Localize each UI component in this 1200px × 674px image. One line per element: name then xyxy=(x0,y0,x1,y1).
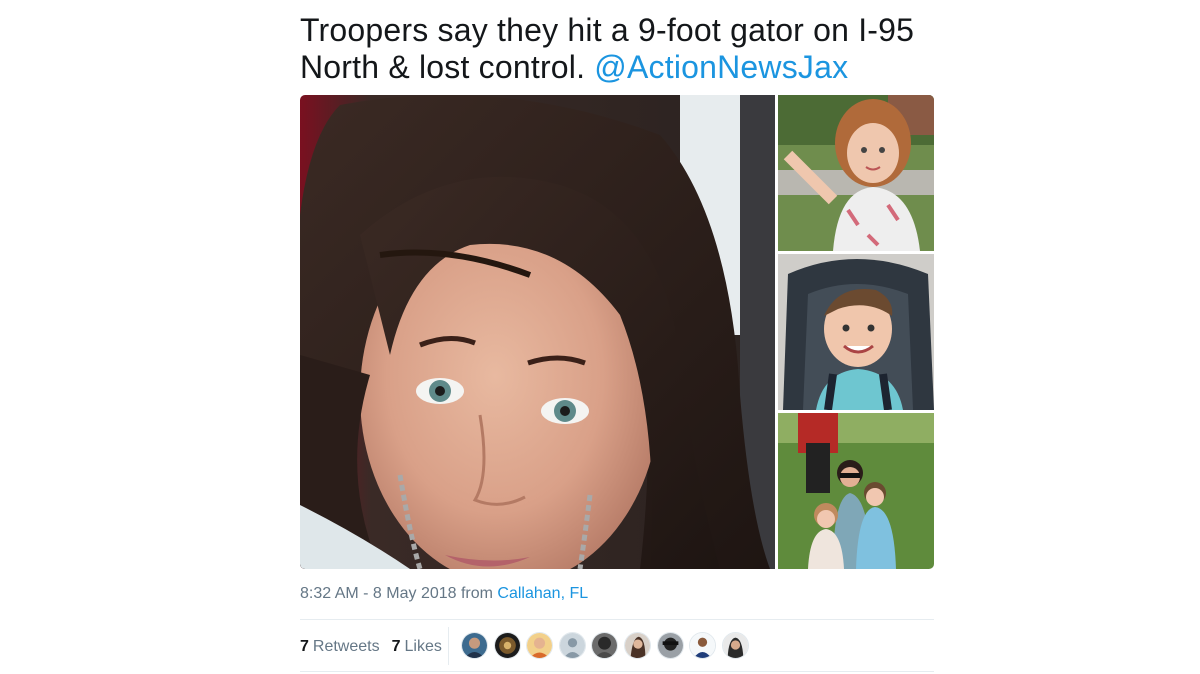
tweet-text-line2: North & lost control. xyxy=(300,49,595,85)
retweets-count: 7 xyxy=(300,638,309,655)
tweet-text-line1: Troopers say they hit a 9-foot gator on … xyxy=(300,12,915,48)
tweet-stats: 7 Retweets 7 Likes xyxy=(300,636,454,658)
divider-bottom xyxy=(300,671,934,672)
retweets-label: Retweets xyxy=(312,638,380,655)
tweet-text: Troopers say they hit a 9-foot gator on … xyxy=(300,12,940,86)
tweet-meta: 8:32 AM - 8 May 2018 from Callahan, FL xyxy=(300,585,588,603)
photo-boy-carseat[interactable] xyxy=(778,254,934,410)
liker-avatar[interactable] xyxy=(689,632,717,659)
divider-top xyxy=(300,619,934,620)
liker-avatars xyxy=(461,632,754,659)
likes-stat[interactable]: 7 Likes xyxy=(392,638,442,656)
liker-avatar[interactable] xyxy=(461,632,488,659)
liker-avatar[interactable] xyxy=(591,632,619,659)
liker-avatar[interactable] xyxy=(721,632,749,659)
liker-avatar[interactable] xyxy=(623,632,651,659)
likes-count: 7 xyxy=(391,638,401,655)
photo-woman-portrait[interactable] xyxy=(300,95,775,569)
liker-avatar[interactable] xyxy=(493,632,521,659)
likes-label: Likes xyxy=(404,638,442,655)
stats-divider xyxy=(448,627,449,665)
tweet-location-link[interactable]: Callahan, FL xyxy=(497,585,588,602)
tweet-timestamp[interactable]: 8:32 AM - 8 May 2018 from xyxy=(300,585,497,602)
liker-avatar[interactable] xyxy=(526,632,554,659)
photo-family[interactable] xyxy=(778,413,934,569)
mention-link[interactable]: @ActionNewsJax xyxy=(594,49,848,85)
liker-avatar[interactable] xyxy=(558,632,586,659)
liker-avatar[interactable] xyxy=(656,632,684,659)
tweet: Troopers say they hit a 9-foot gator on … xyxy=(300,0,935,674)
photo-girl[interactable] xyxy=(778,95,934,251)
retweets-stat[interactable]: 7 Retweets xyxy=(300,638,380,656)
media-grid xyxy=(300,95,934,569)
